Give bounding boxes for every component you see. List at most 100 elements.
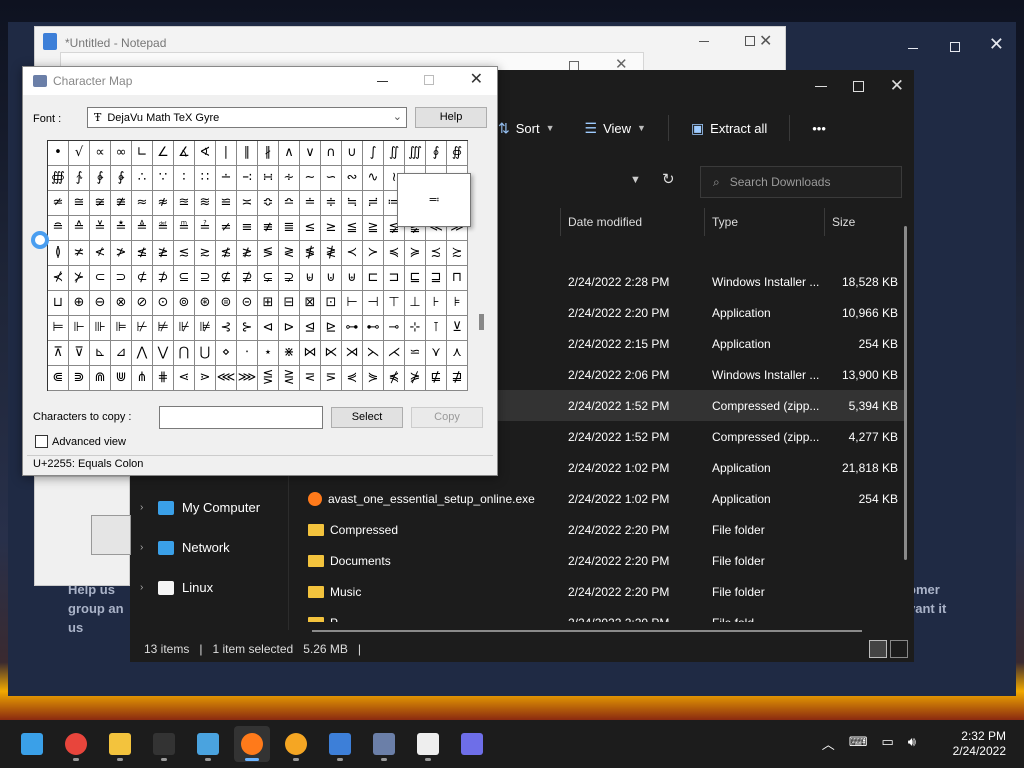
character-cell[interactable]: ⊞	[258, 291, 279, 316]
taskbar-archive-icon[interactable]	[190, 726, 226, 762]
character-cell[interactable]: ∠	[153, 141, 174, 166]
taskbar-avast-icon[interactable]	[234, 726, 270, 762]
character-cell[interactable]: ≻	[363, 241, 384, 266]
character-cell[interactable]: ⋃	[195, 341, 216, 366]
character-cell[interactable]: ⊬	[132, 316, 153, 341]
character-cell[interactable]: ∱	[69, 166, 90, 191]
character-cell[interactable]: ≓	[363, 191, 384, 216]
character-cell[interactable]: ∩	[321, 141, 342, 166]
taskbar-file-explorer-icon[interactable]	[102, 726, 138, 762]
character-cell[interactable]: ⊡	[321, 291, 342, 316]
character-cell[interactable]: ≘	[48, 216, 69, 241]
character-cell[interactable]: ≊	[174, 191, 195, 216]
character-cell[interactable]: ≄	[48, 191, 69, 216]
character-cell[interactable]: ⊗	[111, 291, 132, 316]
character-cell[interactable]: ∺	[258, 166, 279, 191]
character-cell[interactable]: ≶	[258, 241, 279, 266]
chevron-right-icon[interactable]: ›	[140, 582, 150, 593]
advanced-view-checkbox[interactable]: Advanced view	[35, 435, 126, 448]
character-cell[interactable]: ⊀	[48, 266, 69, 291]
character-cell[interactable]: ≭	[69, 241, 90, 266]
nav-item[interactable]: › Network	[140, 540, 230, 555]
character-cell[interactable]: ≎	[258, 191, 279, 216]
character-cell[interactable]: ⋝	[321, 366, 342, 391]
character-cell[interactable]: ⋕	[153, 366, 174, 391]
character-cell[interactable]: ⋂	[174, 341, 195, 366]
character-cell[interactable]: ⊣	[363, 291, 384, 316]
character-cell[interactable]: ⋜	[300, 366, 321, 391]
character-cell[interactable]: ≇	[111, 191, 132, 216]
character-cell[interactable]: ∪	[342, 141, 363, 166]
character-cell[interactable]: ≋	[195, 191, 216, 216]
character-cell[interactable]: ≴	[216, 241, 237, 266]
keyboard-icon[interactable]: ⌨	[849, 734, 868, 753]
character-cell[interactable]: ≈	[132, 191, 153, 216]
character-cell[interactable]: ∵	[153, 166, 174, 191]
character-cell[interactable]: ∮	[426, 141, 447, 166]
character-cell[interactable]: ∬	[384, 141, 405, 166]
character-cell[interactable]: ⋣	[447, 366, 468, 391]
character-cell[interactable]: ∻	[279, 166, 300, 191]
view-button[interactable]: ☰ View ▼	[577, 112, 654, 144]
character-cell[interactable]: ∣	[216, 141, 237, 166]
file-row[interactable]: Compressed 2/24/2022 2:20 PM File folder	[300, 514, 904, 545]
character-cell[interactable]: ⋘	[216, 366, 237, 391]
character-cell[interactable]: ≤	[300, 216, 321, 241]
taskbar-notepad-icon[interactable]	[322, 726, 358, 762]
character-cell[interactable]: ⊳	[279, 316, 300, 341]
character-cell[interactable]: ∝	[90, 141, 111, 166]
maximize-icon[interactable]	[852, 81, 864, 92]
character-cell[interactable]: ⊩	[69, 316, 90, 341]
chevron-right-icon[interactable]: ›	[140, 502, 150, 513]
character-cell[interactable]: ⊔	[48, 291, 69, 316]
character-cell[interactable]: ⊉	[237, 266, 258, 291]
character-cell[interactable]: ⊥	[405, 291, 426, 316]
help-button[interactable]: Help	[415, 107, 487, 128]
character-cell[interactable]: ⊆	[174, 266, 195, 291]
character-cell[interactable]: ⊄	[132, 266, 153, 291]
character-cell[interactable]: ⊦	[426, 291, 447, 316]
character-cell[interactable]: ⋟	[363, 366, 384, 391]
character-cell[interactable]: ∢	[195, 141, 216, 166]
close-icon[interactable]: ✕	[470, 72, 483, 88]
character-cell[interactable]: ≵	[237, 241, 258, 266]
character-cell[interactable]: ⊯	[195, 316, 216, 341]
taskbar-chrome-icon[interactable]	[58, 726, 94, 762]
character-cell[interactable]: ⋓	[111, 366, 132, 391]
character-cell[interactable]: ∶	[174, 166, 195, 191]
character-cell[interactable]: ≅	[69, 191, 90, 216]
character-cell[interactable]: ⊎	[342, 266, 363, 291]
character-cell[interactable]: ⊢	[342, 291, 363, 316]
chevron-down-icon[interactable]: ▼	[630, 174, 641, 186]
character-cell[interactable]: ⊍	[321, 266, 342, 291]
character-cell[interactable]: ≟	[195, 216, 216, 241]
character-cell[interactable]: ∯	[447, 141, 468, 166]
character-cell[interactable]: ⋒	[90, 366, 111, 391]
character-cell[interactable]: ⋑	[69, 366, 90, 391]
character-cell[interactable]: ∫	[363, 141, 384, 166]
file-row[interactable]: Music 2/24/2022 2:20 PM File folder	[300, 576, 904, 607]
character-cell[interactable]: ≾	[426, 241, 447, 266]
taskbar-vlc-icon[interactable]	[454, 726, 490, 762]
clock[interactable]: 2:32 PM 2/24/2022	[953, 729, 1006, 759]
maximize-icon[interactable]	[745, 36, 755, 46]
character-cell[interactable]: ≯	[111, 241, 132, 266]
character-cell[interactable]: ≮	[90, 241, 111, 266]
character-cell[interactable]: ∿	[363, 166, 384, 191]
character-cell[interactable]: ∸	[216, 166, 237, 191]
close-icon[interactable]: ✕	[759, 31, 772, 51]
refresh-icon[interactable]: ↻	[662, 170, 675, 188]
checkbox-box[interactable]	[35, 435, 48, 448]
character-cell[interactable]: ⊑	[405, 266, 426, 291]
minimize-icon[interactable]	[376, 80, 388, 82]
character-cell[interactable]: ⊁	[69, 266, 90, 291]
character-cell[interactable]: ⋢	[426, 366, 447, 391]
character-cell[interactable]: ∨	[300, 141, 321, 166]
taskbar-start-icon[interactable]	[14, 726, 50, 762]
character-cell[interactable]: ≜	[132, 216, 153, 241]
character-cell[interactable]: ⊝	[237, 291, 258, 316]
minimize-icon[interactable]	[699, 41, 709, 42]
character-cell[interactable]: ⊕	[69, 291, 90, 316]
character-cell[interactable]: ≿	[447, 241, 468, 266]
chevron-right-icon[interactable]: ›	[140, 542, 150, 553]
